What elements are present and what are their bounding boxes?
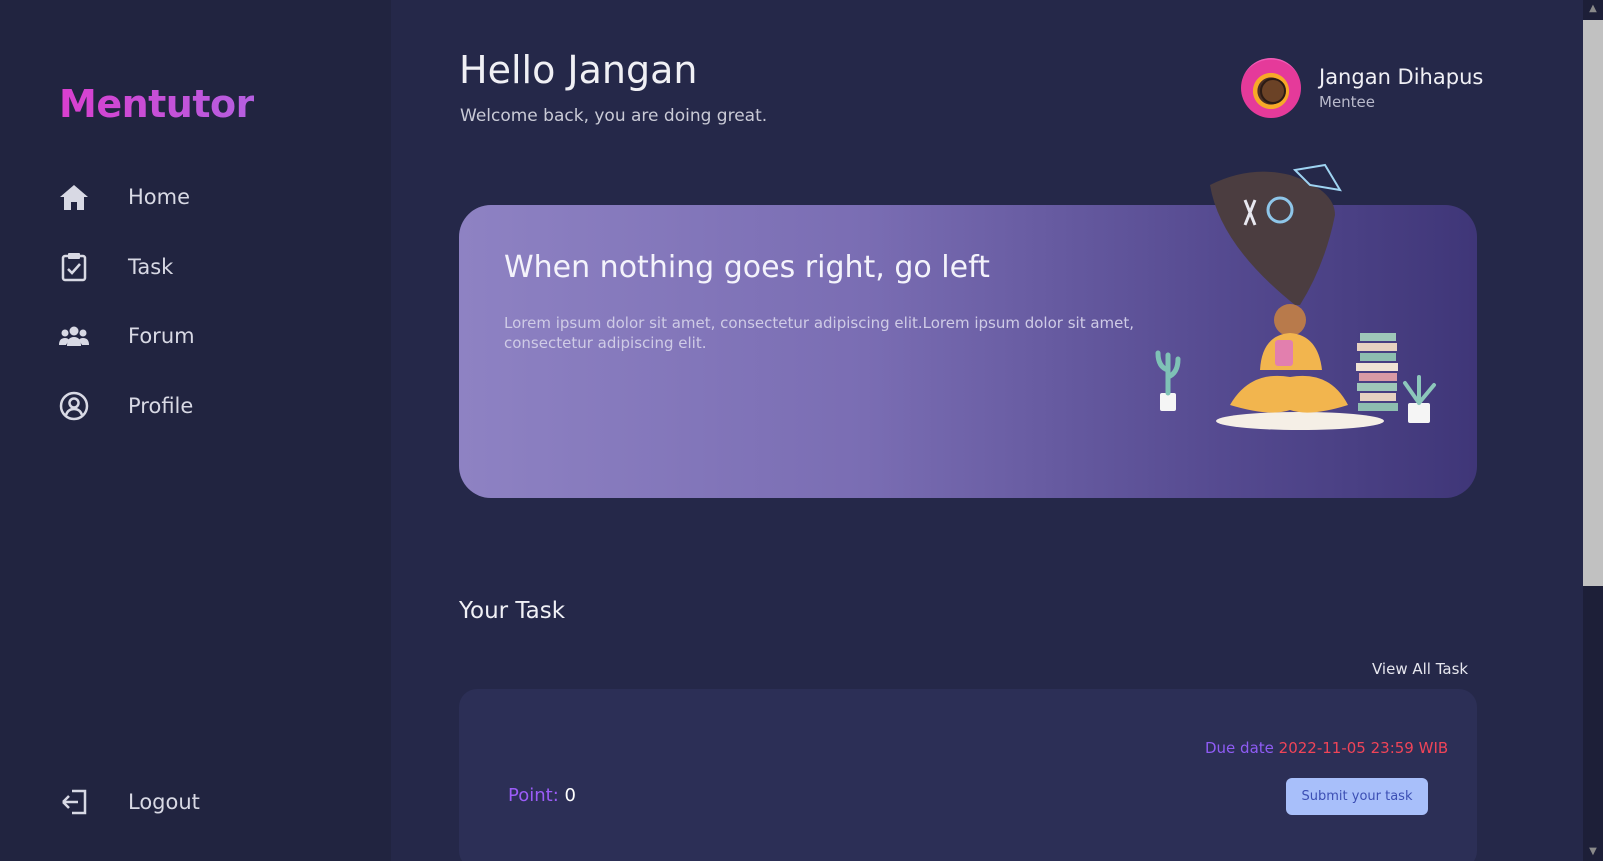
logout-button[interactable]: Logout — [59, 782, 319, 822]
point-value: 0 — [564, 785, 576, 806]
plant-icon — [1403, 375, 1436, 405]
cactus-icon — [1155, 350, 1181, 396]
task-clipboard-icon — [59, 252, 89, 282]
logout-icon — [59, 787, 89, 817]
banner-text: Lorem ipsum dolor sit amet, consectetur … — [504, 314, 1135, 352]
sidebar-item-label: Home — [128, 185, 191, 209]
view-all-tasks-link[interactable]: View All Task — [1372, 660, 1468, 678]
scroll-up-icon[interactable]: ▲ — [1583, 0, 1603, 18]
sidebar: Mentutor Home Task Forum Profile Logout — [0, 0, 391, 861]
sidebar-item-label: Profile — [128, 394, 194, 418]
plant-pot-right — [1408, 403, 1430, 423]
sidebar-item-profile[interactable]: Profile — [59, 386, 319, 426]
sidebar-item-label: Task — [128, 255, 174, 279]
sidebar-item-task[interactable]: Task — [59, 247, 319, 287]
sidebar-item-label: Forum — [128, 324, 195, 348]
meditation-illustration — [1155, 163, 1436, 430]
sidebar-item-home[interactable]: Home — [59, 177, 319, 217]
scroll-down-icon[interactable]: ▼ — [1583, 843, 1603, 861]
illustration-head — [1274, 304, 1306, 336]
avatar[interactable] — [1241, 58, 1301, 118]
section-title-tasks: Your Task — [459, 598, 566, 624]
users-icon — [59, 321, 89, 351]
point-label: Point: — [508, 785, 559, 806]
vertical-scrollbar[interactable]: ▲ ▼ — [1583, 0, 1603, 861]
illustration-base — [1216, 412, 1384, 430]
home-icon — [59, 182, 89, 212]
user-circle-icon — [59, 391, 89, 421]
due-date-value: 2022-11-05 23:59 WIB — [1278, 739, 1449, 757]
brand-logo[interactable]: Mentutor — [59, 82, 254, 126]
illustration-book — [1275, 340, 1293, 366]
page-subtitle: Welcome back, you are doing great. — [460, 106, 768, 126]
page-title: Hello Jangan — [459, 48, 698, 92]
user-profile[interactable]: Jangan Dihapus Mentee — [1241, 58, 1483, 118]
logout-label: Logout — [128, 790, 200, 814]
plant-pot-left — [1160, 393, 1176, 411]
task-points: Point: 0 — [508, 785, 576, 806]
sidebar-item-forum[interactable]: Forum — [59, 316, 319, 356]
illustration-legs — [1230, 375, 1348, 413]
illustration-hair — [1210, 171, 1335, 305]
banner-title: When nothing goes right, go left — [504, 250, 990, 285]
profile-role: Mentee — [1319, 93, 1376, 111]
profile-name: Jangan Dihapus — [1319, 65, 1484, 89]
task-card — [459, 689, 1477, 861]
due-date-label: Due date — [1205, 739, 1274, 757]
submit-task-button[interactable]: Submit your task — [1286, 778, 1428, 815]
due-date: Due date 2022-11-05 23:59 WIB — [1205, 739, 1448, 757]
book-stack — [1360, 333, 1396, 341]
scrollbar-thumb[interactable] — [1583, 20, 1603, 586]
